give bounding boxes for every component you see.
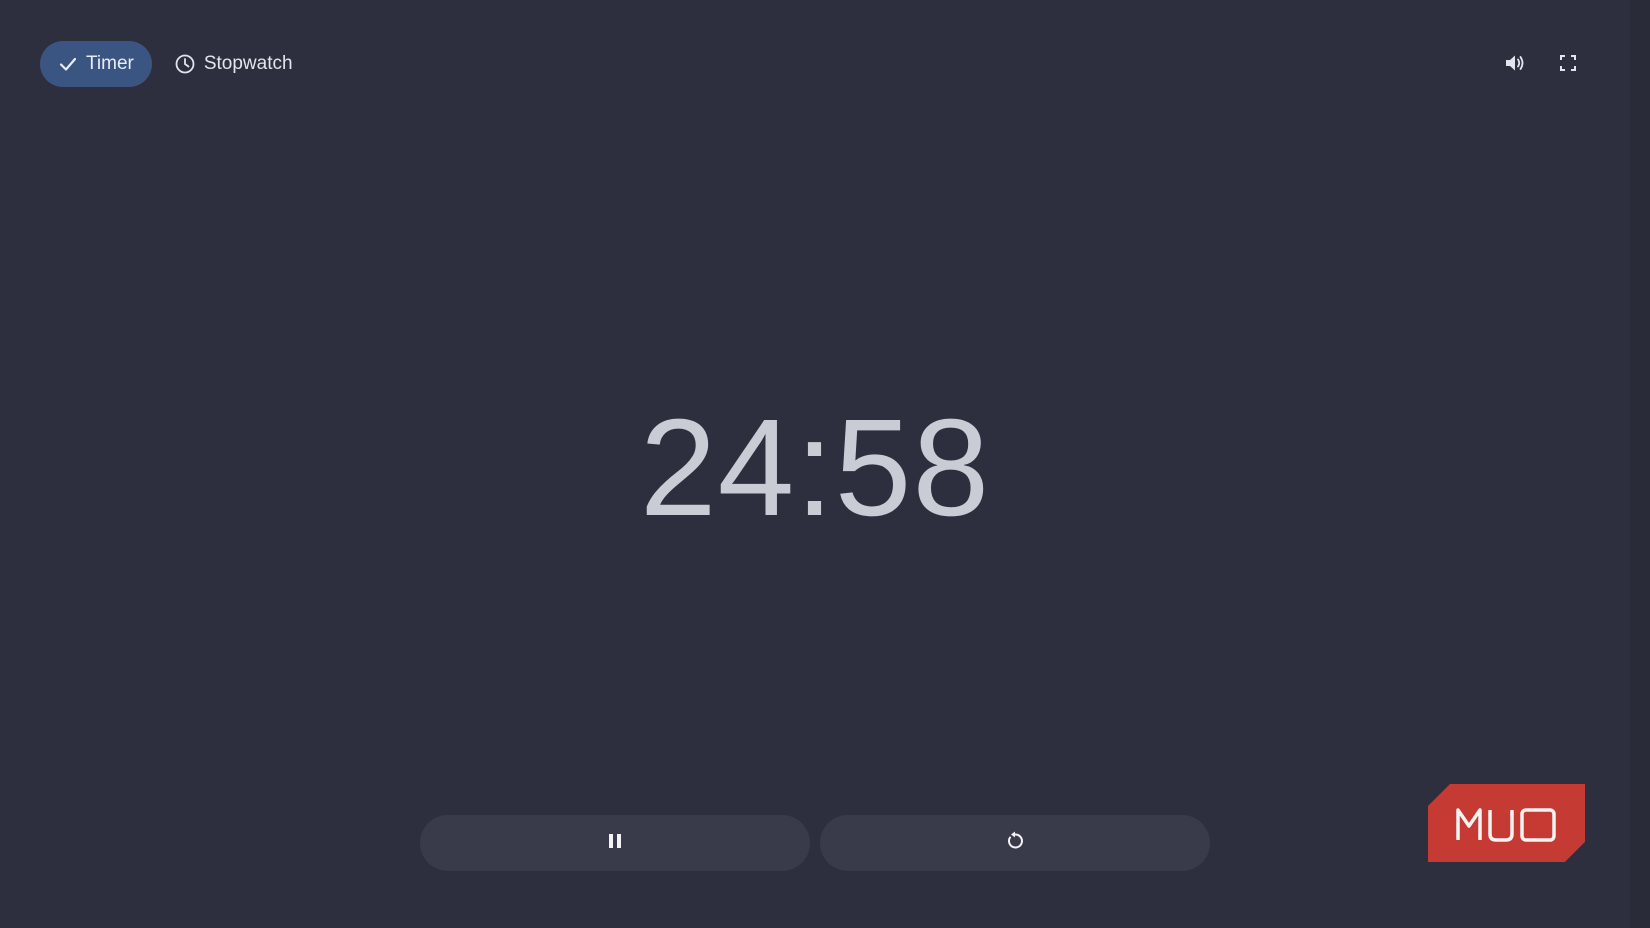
volume-icon[interactable] xyxy=(1502,51,1526,75)
clock-icon xyxy=(174,53,196,75)
pause-button[interactable] xyxy=(420,815,810,871)
top-right-toolbar xyxy=(1502,51,1580,75)
reset-icon xyxy=(1005,831,1025,856)
timer-app: Timer Stopwatch 24:58 xyxy=(0,0,1630,928)
stopwatch-chip[interactable]: Stopwatch xyxy=(166,41,311,87)
timer-chip-label: Timer xyxy=(86,53,134,74)
stopwatch-chip-label: Stopwatch xyxy=(203,53,293,74)
window-edge xyxy=(1630,0,1650,928)
timer-controls xyxy=(420,815,1210,871)
timer-chip[interactable]: Timer xyxy=(40,41,152,87)
mode-selector: Timer Stopwatch xyxy=(40,41,311,87)
pause-icon xyxy=(608,833,622,854)
check-icon xyxy=(58,54,78,74)
muo-logo xyxy=(1428,784,1585,862)
timer-display: 24:58 xyxy=(639,391,991,545)
reset-button[interactable] xyxy=(820,815,1210,871)
fullscreen-icon[interactable] xyxy=(1556,51,1580,75)
